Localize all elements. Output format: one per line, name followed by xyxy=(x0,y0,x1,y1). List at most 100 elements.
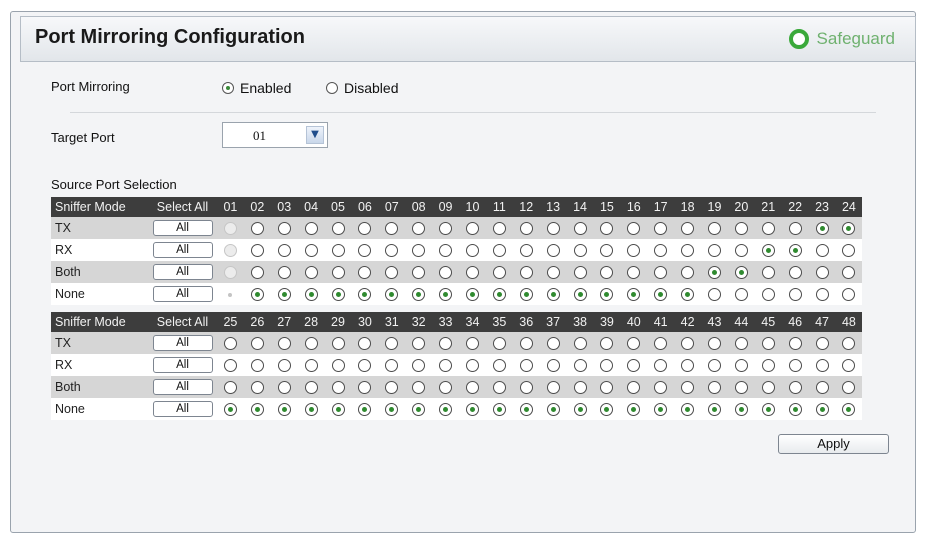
port-radio[interactable] xyxy=(465,288,479,302)
select-all-both-button[interactable]: All xyxy=(152,379,213,395)
port-radio[interactable] xyxy=(331,337,345,351)
port-radio[interactable] xyxy=(385,381,399,395)
port-radio[interactable] xyxy=(627,381,641,395)
port-radio[interactable] xyxy=(492,288,506,302)
port-radio[interactable] xyxy=(358,288,372,302)
port-radio[interactable] xyxy=(707,381,721,395)
port-radio[interactable] xyxy=(331,403,345,417)
port-radio[interactable] xyxy=(250,381,264,395)
port-radio[interactable] xyxy=(385,288,399,302)
port-radio[interactable] xyxy=(439,403,453,417)
port-radio[interactable] xyxy=(412,266,426,280)
port-radio[interactable] xyxy=(304,381,318,395)
port-radio[interactable] xyxy=(734,244,748,258)
port-radio[interactable] xyxy=(277,403,291,417)
port-radio[interactable] xyxy=(600,266,614,280)
port-radio[interactable] xyxy=(573,244,587,258)
port-radio[interactable] xyxy=(439,266,453,280)
port-radio[interactable] xyxy=(654,359,668,373)
target-port-select[interactable]: 01 ▼ xyxy=(222,122,328,148)
port-radio[interactable] xyxy=(761,288,775,302)
port-radio[interactable] xyxy=(250,244,264,258)
port-radio[interactable] xyxy=(304,244,318,258)
port-radio[interactable] xyxy=(654,266,668,280)
port-radio[interactable] xyxy=(815,359,829,373)
port-radio[interactable] xyxy=(519,337,533,351)
port-radio[interactable] xyxy=(412,244,426,258)
port-radio[interactable] xyxy=(358,222,372,236)
port-radio[interactable] xyxy=(492,359,506,373)
port-radio[interactable] xyxy=(439,337,453,351)
port-radio[interactable] xyxy=(223,381,237,395)
port-radio[interactable] xyxy=(573,222,587,236)
port-radio[interactable] xyxy=(707,337,721,351)
port-radio[interactable] xyxy=(385,359,399,373)
port-radio[interactable] xyxy=(734,337,748,351)
port-radio[interactable] xyxy=(546,381,560,395)
port-radio[interactable] xyxy=(412,381,426,395)
port-mirroring-disabled-option[interactable]: Disabled xyxy=(326,80,398,96)
port-radio[interactable] xyxy=(788,381,802,395)
port-radio[interactable] xyxy=(842,403,856,417)
port-radio[interactable] xyxy=(600,244,614,258)
port-radio[interactable] xyxy=(761,266,775,280)
port-radio[interactable] xyxy=(600,359,614,373)
port-radio[interactable] xyxy=(627,359,641,373)
port-radio[interactable] xyxy=(734,359,748,373)
port-radio[interactable] xyxy=(842,244,856,258)
port-radio[interactable] xyxy=(788,244,802,258)
port-radio[interactable] xyxy=(681,266,695,280)
port-radio[interactable] xyxy=(734,222,748,236)
select-all-rx-button[interactable]: All xyxy=(152,357,213,373)
port-radio[interactable] xyxy=(600,288,614,302)
select-all-tx-button[interactable]: All xyxy=(152,335,213,351)
port-radio[interactable] xyxy=(519,266,533,280)
port-radio[interactable] xyxy=(223,359,237,373)
port-radio[interactable] xyxy=(250,266,264,280)
chevron-down-icon[interactable]: ▼ xyxy=(306,126,324,144)
port-radio[interactable] xyxy=(492,381,506,395)
port-radio[interactable] xyxy=(842,222,856,236)
port-radio[interactable] xyxy=(439,222,453,236)
port-radio[interactable] xyxy=(546,244,560,258)
port-radio[interactable] xyxy=(573,337,587,351)
port-radio[interactable] xyxy=(304,288,318,302)
port-radio[interactable] xyxy=(815,244,829,258)
port-radio[interactable] xyxy=(707,244,721,258)
port-radio[interactable] xyxy=(761,337,775,351)
port-radio[interactable] xyxy=(331,381,345,395)
port-radio[interactable] xyxy=(681,288,695,302)
port-radio[interactable] xyxy=(277,222,291,236)
enabled-radio[interactable] xyxy=(222,82,234,94)
port-radio[interactable] xyxy=(412,403,426,417)
port-radio[interactable] xyxy=(627,288,641,302)
port-radio[interactable] xyxy=(519,222,533,236)
port-radio[interactable] xyxy=(492,403,506,417)
port-radio[interactable] xyxy=(331,359,345,373)
port-radio[interactable] xyxy=(815,288,829,302)
port-radio[interactable] xyxy=(223,403,237,417)
port-radio[interactable] xyxy=(761,381,775,395)
port-radio[interactable] xyxy=(788,403,802,417)
port-radio[interactable] xyxy=(358,244,372,258)
port-radio[interactable] xyxy=(734,288,748,302)
port-radio[interactable] xyxy=(304,222,318,236)
port-radio[interactable] xyxy=(761,244,775,258)
port-radio[interactable] xyxy=(573,403,587,417)
port-radio[interactable] xyxy=(492,222,506,236)
port-radio[interactable] xyxy=(654,288,668,302)
port-radio[interactable] xyxy=(600,403,614,417)
port-radio[interactable] xyxy=(304,403,318,417)
port-radio[interactable] xyxy=(465,222,479,236)
port-radio[interactable] xyxy=(465,381,479,395)
port-radio[interactable] xyxy=(223,337,237,351)
port-radio[interactable] xyxy=(331,288,345,302)
port-radio[interactable] xyxy=(761,403,775,417)
port-radio[interactable] xyxy=(842,266,856,280)
port-radio[interactable] xyxy=(465,244,479,258)
port-radio[interactable] xyxy=(331,266,345,280)
port-radio[interactable] xyxy=(331,244,345,258)
port-radio[interactable] xyxy=(842,288,856,302)
port-radio[interactable] xyxy=(788,359,802,373)
port-radio[interactable] xyxy=(815,337,829,351)
